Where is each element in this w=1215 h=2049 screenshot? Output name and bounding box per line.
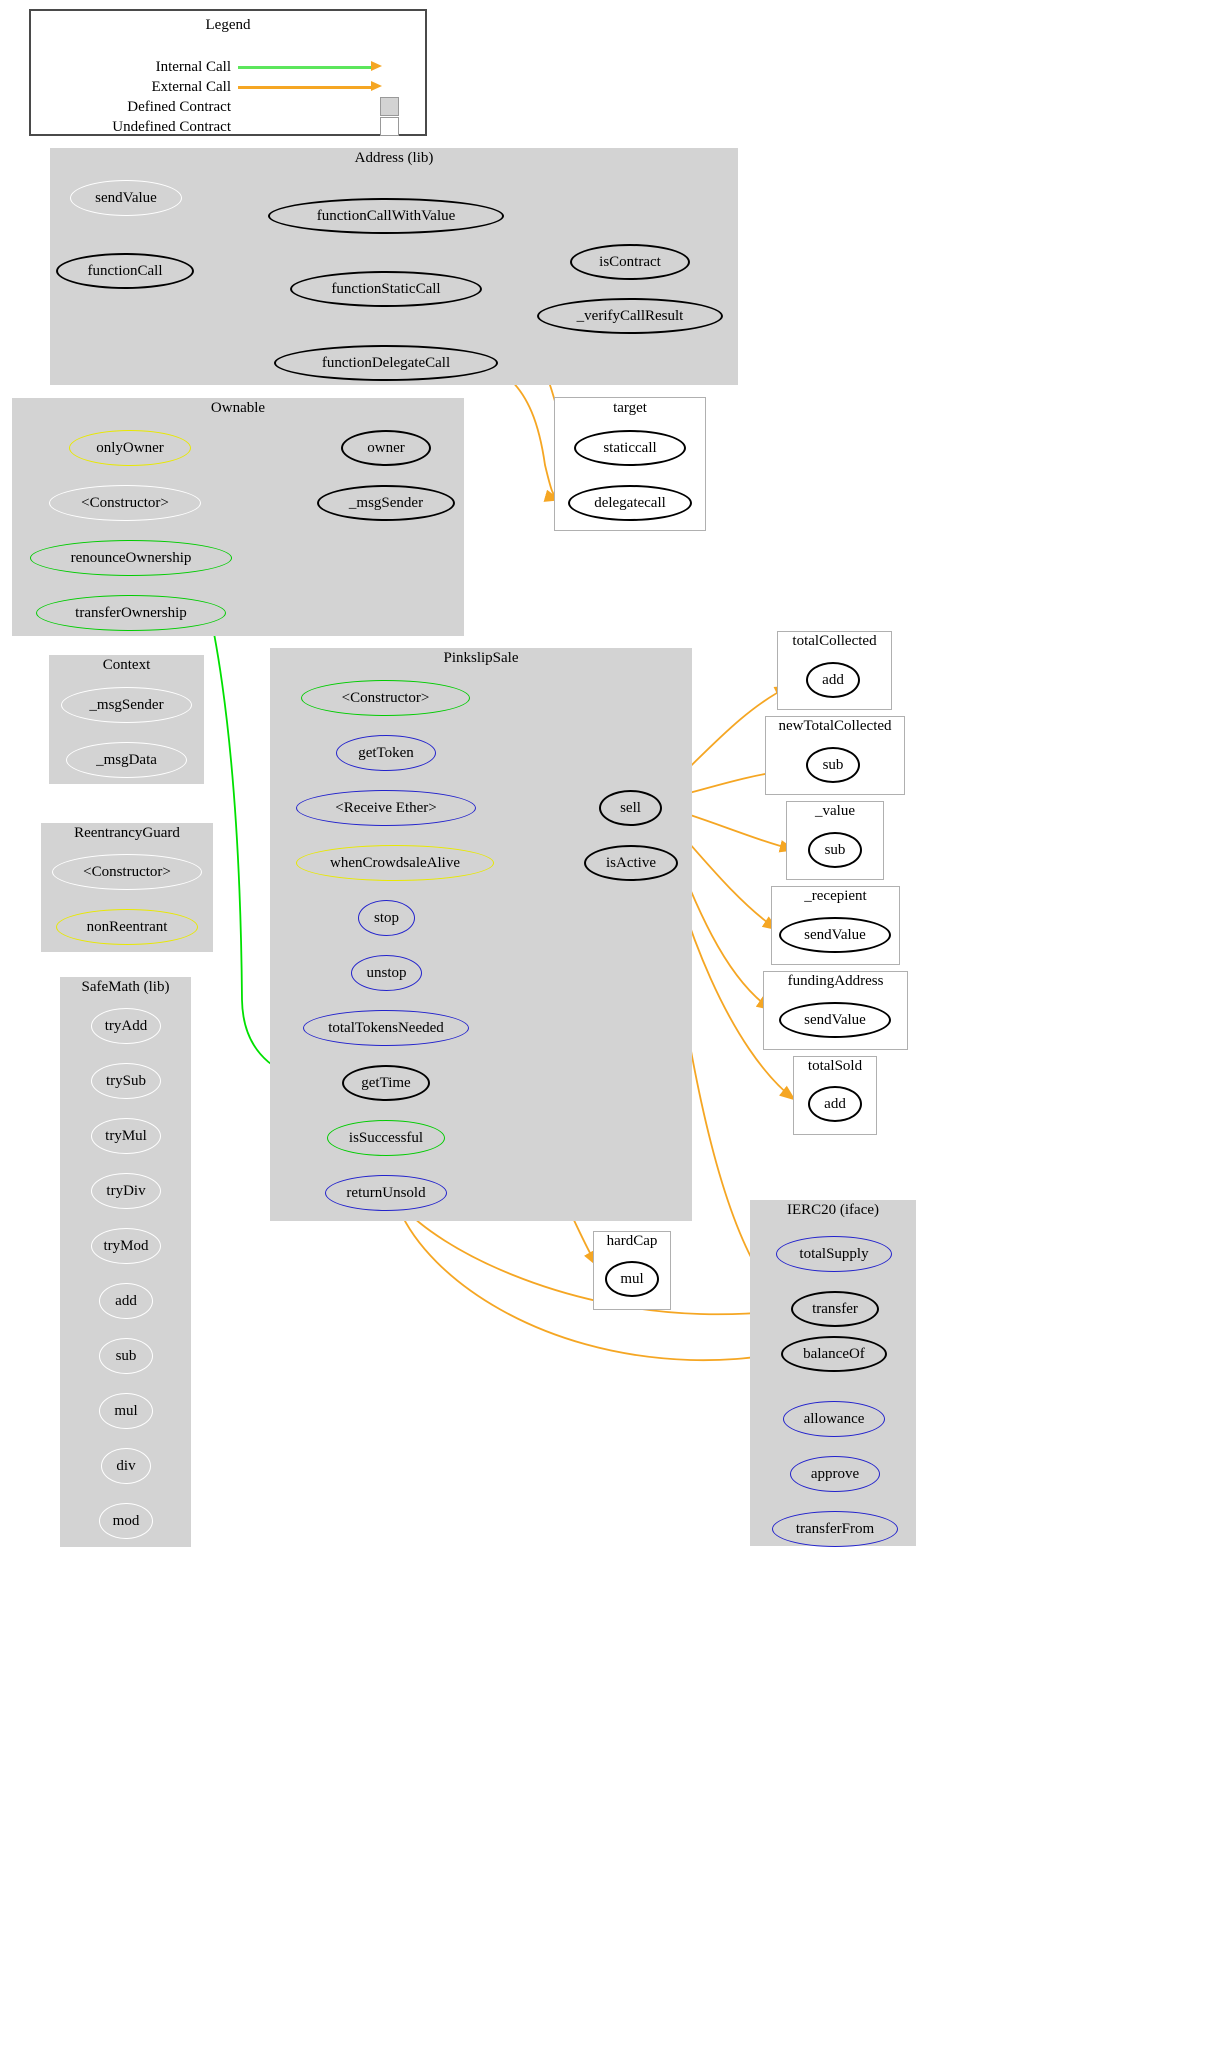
node-safemath-div[interactable]: div [101,1448,151,1484]
cluster-label-reentrancyguard: ReentrancyGuard [74,825,180,841]
node-ierc20-transferfrom[interactable]: transferFrom [772,1511,898,1547]
legend-label-internal-call: Internal Call [155,59,231,75]
cluster-label-totalcollected: totalCollected [792,633,877,649]
node-ierc20-totalsupply[interactable]: totalSupply [776,1236,892,1272]
legend-label-defined-contract: Defined Contract [127,99,231,115]
node-address-functiondelegatecall[interactable]: functionDelegateCall [274,345,498,381]
node-target-staticcall[interactable]: staticcall [574,430,686,466]
node-safemath-add[interactable]: add [99,1283,153,1319]
node-pinkslipsale-gettoken[interactable]: getToken [336,735,436,771]
cluster-label-newtotalcollected: newTotalCollected [778,718,892,734]
node-context-_msgdata[interactable]: _msgData [66,742,187,778]
node-ownable-_msgsender[interactable]: _msgSender [317,485,455,521]
legend-label-undefined-contract: Undefined Contract [112,119,231,135]
node-pinkslipsale-issuccessful[interactable]: isSuccessful [327,1120,445,1156]
node-address-functionstaticcall[interactable]: functionStaticCall [290,271,482,307]
node-pinkslipsale-totaltokensneeded[interactable]: totalTokensNeeded [303,1010,469,1046]
node-safemath-mul[interactable]: mul [99,1393,153,1429]
node-totalcollected-add[interactable]: add [806,662,860,698]
cluster-label-safemath: SafeMath (lib) [81,979,170,995]
legend-external-call-arrowhead [371,81,382,91]
node-pinkslipsale-unstop[interactable]: unstop [351,955,422,991]
node-pinkslipsale-sell[interactable]: sell [599,790,662,826]
cluster-label-pinkslipsale: PinkslipSale [443,650,519,666]
cluster-label-target: target [613,400,647,416]
node-ownable-onlyowner[interactable]: onlyOwner [69,430,191,466]
node-ownable-transferownership[interactable]: transferOwnership [36,595,226,631]
cluster-label-address: Address (lib) [354,150,434,166]
node-pinkslipsale-stop[interactable]: stop [358,900,415,936]
cluster-label-totalsold: totalSold [807,1058,863,1074]
node-pinkslipsale-isactive[interactable]: isActive [584,845,678,881]
node-pinkslipsale-returnunsold[interactable]: returnUnsold [325,1175,447,1211]
node-safemath-trysub[interactable]: trySub [91,1063,161,1099]
legend-internal-call-arrowhead [371,61,382,71]
node-safemath-trymod[interactable]: tryMod [91,1228,161,1264]
node-address-sendvalue[interactable]: sendValue [70,180,182,216]
node-safemath-trydiv[interactable]: tryDiv [91,1173,161,1209]
node-address-iscontract[interactable]: isContract [570,244,690,280]
node-pinkslipsale-receive-ether[interactable]: <Receive Ether> [296,790,476,826]
node-ierc20-transfer[interactable]: transfer [791,1291,879,1327]
node-safemath-trymul[interactable]: tryMul [91,1118,161,1154]
node-ownable-constructor[interactable]: <Constructor> [49,485,201,521]
node-address-functioncallwithvalue[interactable]: functionCallWithValue [268,198,504,234]
node-address-_verifycallresult[interactable]: _verifyCallResult [537,298,723,334]
legend-title: Legend [205,17,251,33]
cluster-label-hardcap: hardCap [606,1233,658,1249]
node-hardcap-mul[interactable]: mul [605,1261,659,1297]
node-ierc20-balanceof[interactable]: balanceOf [781,1336,887,1372]
cluster-label-ownable: Ownable [210,400,266,416]
legend: Legend Internal Call External Call Defin… [29,9,427,136]
node-ierc20-allowance[interactable]: allowance [783,1401,885,1437]
node-reentrancyguard-constructor[interactable]: <Constructor> [52,854,202,890]
node-ownable-renounceownership[interactable]: renounceOwnership [30,540,232,576]
node-fundingaddress-sendvalue[interactable]: sendValue [779,1002,891,1038]
node-safemath-tryadd[interactable]: tryAdd [91,1008,161,1044]
node-pinkslipsale-whencrowdsalealive[interactable]: whenCrowdsaleAlive [296,845,494,881]
node-safemath-mod[interactable]: mod [99,1503,153,1539]
cluster-label-fundingaddress: fundingAddress [787,973,884,989]
legend-internal-call-line [238,66,373,69]
node-pinkslipsale-constructor[interactable]: <Constructor> [301,680,470,716]
legend-undefined-contract-swatch [380,117,399,136]
node-newtotalcollected-sub[interactable]: sub [806,747,860,783]
legend-external-call-line [238,86,373,89]
legend-label-external-call: External Call [151,79,231,95]
call-graph-canvas: Legend Internal Call External Call Defin… [0,0,1215,2049]
node-safemath-sub[interactable]: sub [99,1338,153,1374]
node-ownable-owner[interactable]: owner [341,430,431,466]
node-address-functioncall[interactable]: functionCall [56,253,194,289]
node-pinkslipsale-gettime[interactable]: getTime [342,1065,430,1101]
node-ierc20-approve[interactable]: approve [790,1456,880,1492]
legend-defined-contract-swatch [380,97,399,116]
cluster-label-ierc20: IERC20 (iface) [786,1202,880,1218]
node-context-_msgsender[interactable]: _msgSender [61,687,192,723]
node-value-sub[interactable]: sub [808,832,862,868]
node-reentrancyguard-nonreentrant[interactable]: nonReentrant [56,909,198,945]
cluster-label-context: Context [102,657,151,673]
node-target-delegatecall[interactable]: delegatecall [568,485,692,521]
node-totalsold-add[interactable]: add [808,1086,862,1122]
cluster-label-recepient: _recepient [804,888,867,904]
cluster-label-value: _value [815,803,855,819]
node-recepient-sendvalue[interactable]: sendValue [779,917,891,953]
